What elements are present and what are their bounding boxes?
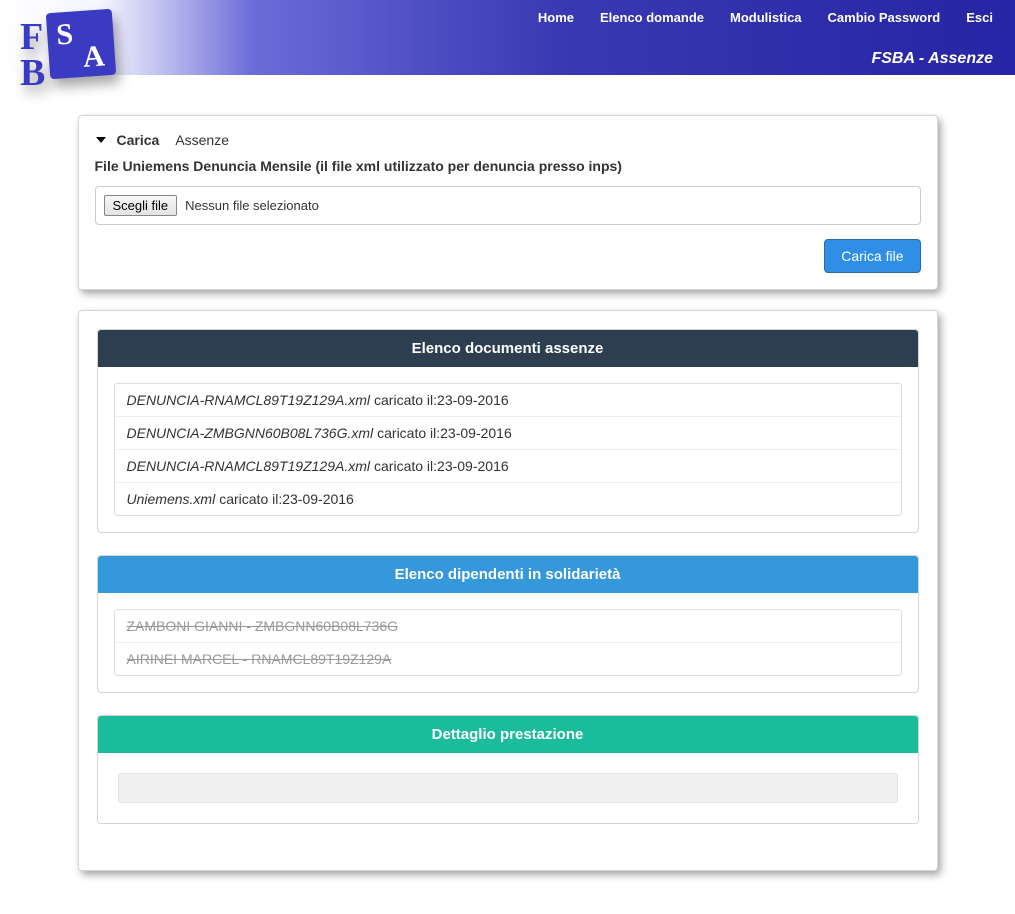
svg-text:A: A <box>82 39 106 73</box>
nav: Home Elenco domande Modulistica Cambio P… <box>538 10 993 25</box>
documents-section: Elenco documenti assenze DENUNCIA-RNAMCL… <box>97 329 919 533</box>
documents-title: Elenco documenti assenze <box>98 330 918 367</box>
upload-description: File Uniemens Denuncia Mensile (il file … <box>95 158 921 174</box>
employee-name: ZAMBONI GIANNI - ZMBGNN60B08L736G <box>127 618 399 634</box>
detail-empty <box>118 773 898 803</box>
document-date: caricato il:23-09-2016 <box>374 458 509 474</box>
chevron-down-icon[interactable] <box>95 134 107 146</box>
document-row[interactable]: DENUNCIA-RNAMCL89T19Z129A.xml caricato i… <box>115 384 901 417</box>
nav-home[interactable]: Home <box>538 10 574 25</box>
employee-row[interactable]: ZAMBONI GIANNI - ZMBGNN60B08L736G <box>115 610 901 643</box>
upload-submit-button[interactable]: Carica file <box>824 239 920 273</box>
upload-assenze-label: Assenze <box>175 132 229 148</box>
employees-list: ZAMBONI GIANNI - ZMBGNN60B08L736G AIRINE… <box>114 609 902 676</box>
header: S A F B Home Elenco domande Modulistica … <box>0 0 1015 75</box>
upload-panel: Carica Assenze File Uniemens Denuncia Me… <box>78 115 938 290</box>
nav-elenco-domande[interactable]: Elenco domande <box>600 10 704 25</box>
upload-carica-label: Carica <box>117 132 160 148</box>
file-input-row: Scegli file Nessun file selezionato <box>95 186 921 225</box>
documents-list: DENUNCIA-RNAMCL89T19Z129A.xml caricato i… <box>114 383 902 516</box>
choose-file-button[interactable]: Scegli file <box>104 195 178 216</box>
svg-text:B: B <box>20 52 45 94</box>
document-row[interactable]: DENUNCIA-RNAMCL89T19Z129A.xml caricato i… <box>115 450 901 483</box>
document-date: caricato il:23-09-2016 <box>377 425 512 441</box>
content-panel: Elenco documenti assenze DENUNCIA-RNAMCL… <box>78 310 938 871</box>
document-name: DENUNCIA-ZMBGNN60B08L736G.xml <box>127 425 374 441</box>
detail-section: Dettaglio prestazione <box>97 715 919 824</box>
employee-row[interactable]: AIRINEI MARCEL - RNAMCL89T19Z129A <box>115 643 901 675</box>
nav-modulistica[interactable]: Modulistica <box>730 10 802 25</box>
employee-name: AIRINEI MARCEL - RNAMCL89T19Z129A <box>127 651 392 667</box>
employees-section: Elenco dipendenti in solidarietà ZAMBONI… <box>97 555 919 693</box>
logo: S A F B <box>10 5 120 100</box>
page-title: FSBA - Assenze <box>871 50 993 68</box>
nav-cambio-password[interactable]: Cambio Password <box>828 10 941 25</box>
document-row[interactable]: DENUNCIA-ZMBGNN60B08L736G.xml caricato i… <box>115 417 901 450</box>
file-status: Nessun file selezionato <box>185 198 319 213</box>
employees-title: Elenco dipendenti in solidarietà <box>98 556 918 593</box>
document-date: caricato il:23-09-2016 <box>219 491 354 507</box>
document-row[interactable]: Uniemens.xml caricato il:23-09-2016 <box>115 483 901 515</box>
detail-title: Dettaglio prestazione <box>98 716 918 753</box>
document-name: DENUNCIA-RNAMCL89T19Z129A.xml <box>127 458 371 474</box>
document-name: Uniemens.xml <box>127 491 216 507</box>
document-date: caricato il:23-09-2016 <box>374 392 509 408</box>
nav-esci[interactable]: Esci <box>966 10 993 25</box>
svg-text:S: S <box>55 18 74 52</box>
document-name: DENUNCIA-RNAMCL89T19Z129A.xml <box>127 392 371 408</box>
